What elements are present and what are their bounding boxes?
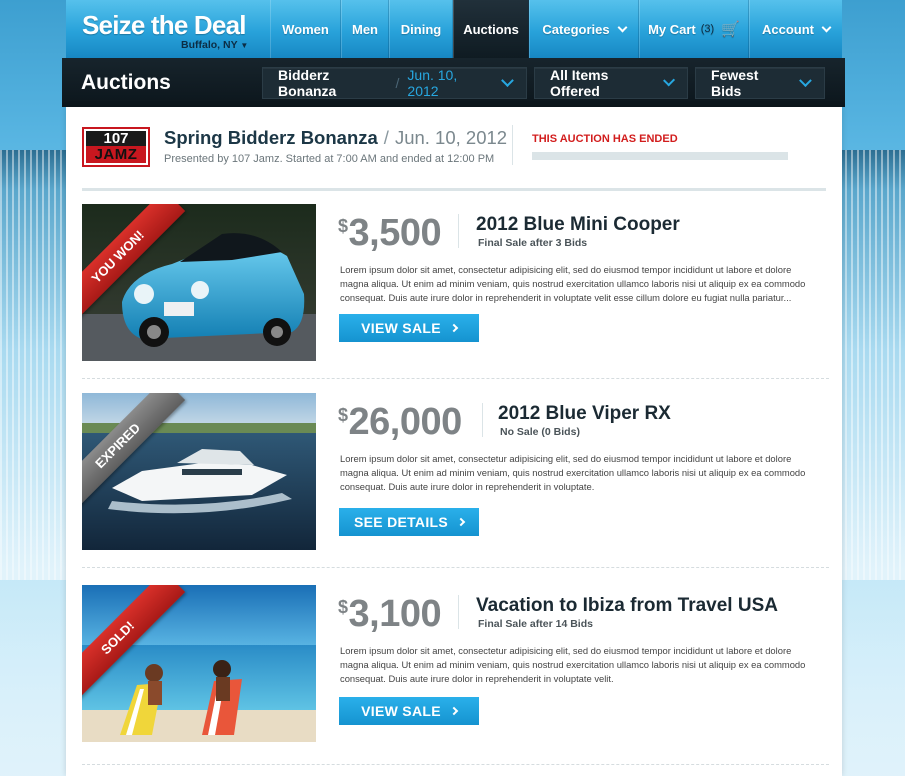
nav-my-cart[interactable]: My Cart (3) 🛒 — [639, 0, 749, 58]
boat-image — [82, 393, 316, 550]
top-nav: Seize the Deal Buffalo, NY ▼ Women Men D… — [66, 0, 842, 58]
sponsor-logo-top: 107 — [86, 131, 146, 147]
items-filter-dropdown[interactable]: All Items Offered — [534, 66, 688, 99]
item-price: $26,000 — [338, 401, 462, 444]
sponsor-logo: 107 JAMZ — [82, 127, 150, 167]
auction-item: EXPIRED $26,000 2012 Blue Viper RX No Sa… — [82, 393, 829, 568]
header-divider — [512, 125, 513, 165]
price-value: 26,000 — [348, 401, 463, 443]
item-price: $3,500 — [338, 212, 442, 255]
sponsor-logo-bottom: JAMZ — [86, 146, 146, 163]
event-dropdown[interactable]: Bidderz Bonanza / Jun. 10, 2012 — [262, 66, 527, 99]
item-photo-viper-rx[interactable]: EXPIRED — [82, 393, 316, 550]
auction-name: Spring Bidderz Bonanza — [164, 127, 378, 148]
item-bid-summary: Final Sale after 3 Bids — [478, 237, 588, 249]
nav-categories-label: Categories — [542, 21, 610, 37]
view-sale-button[interactable]: VIEW SALE — [339, 697, 479, 725]
sort-dropdown[interactable]: Fewest Bids — [695, 66, 825, 99]
item-description: Lorem ipsum dolor sit amet, consectetur … — [340, 264, 806, 303]
auction-subtitle: Presented by 107 Jamz. Started at 7:00 A… — [164, 153, 495, 165]
currency-symbol: $ — [338, 405, 348, 425]
cart-icon: 🛒 — [721, 21, 740, 38]
see-details-button[interactable]: SEE DETAILS — [339, 508, 479, 536]
currency-symbol: $ — [338, 597, 348, 617]
item-title[interactable]: Vacation to Ibiza from Travel USA — [476, 595, 778, 617]
chevron-down-icon — [501, 74, 514, 87]
chevron-right-icon — [456, 517, 466, 527]
item-photo-mini-cooper[interactable]: YOU WON! — [82, 204, 316, 361]
site-logo[interactable]: Seize the Deal Buffalo, NY ▼ — [66, 0, 270, 58]
price-value: 3,500 — [348, 212, 442, 254]
item-description: Lorem ipsum dolor sit amet, consectetur … — [340, 453, 806, 492]
nav-auctions[interactable]: Auctions — [453, 0, 529, 58]
city-selector[interactable]: Buffalo, NY ▼ — [181, 39, 248, 51]
item-bid-summary: Final Sale after 14 Bids — [478, 618, 593, 630]
auctions-subbar: Auctions Bidderz Bonanza / Jun. 10, 2012… — [62, 58, 845, 107]
auction-header: 107 JAMZ Spring Bidderz Bonanza / Jun. 10,… — [82, 125, 826, 191]
button-label: VIEW SALE — [361, 703, 441, 719]
nav-women[interactable]: Women — [270, 0, 341, 58]
item-bid-summary: No Sale (0 Bids) — [500, 426, 580, 438]
nav-account[interactable]: Account — [749, 0, 842, 58]
price-divider — [482, 403, 483, 437]
chevron-down-icon: ▼ — [240, 41, 249, 50]
event-separator: / — [395, 74, 400, 91]
nav-women-label: Women — [282, 21, 329, 37]
auction-item: YOU WON! $3,500 2012 Blue Mini Cooper Fi… — [82, 204, 829, 379]
chevron-right-icon — [449, 706, 459, 716]
nav-cart-label: My Cart — [648, 21, 696, 37]
button-label: SEE DETAILS — [353, 514, 449, 530]
event-name: Bidderz Bonanza — [278, 66, 337, 99]
nav-account-label: Account — [762, 21, 814, 37]
view-sale-button[interactable]: VIEW SALE — [339, 314, 479, 342]
car-image — [82, 204, 316, 361]
auction-progress-bar — [532, 152, 788, 160]
auction-status: THIS AUCTION HAS ENDED — [532, 133, 678, 145]
price-divider — [458, 595, 459, 629]
chevron-down-icon — [799, 74, 812, 87]
nav-categories[interactable]: Categories — [529, 0, 639, 58]
chevron-down-icon — [821, 22, 832, 32]
price-value: 3,100 — [348, 593, 442, 635]
item-title[interactable]: 2012 Blue Viper RX — [498, 403, 671, 425]
button-label: VIEW SALE — [361, 320, 441, 336]
nav-men-label: Men — [352, 21, 378, 37]
chevron-down-icon — [662, 74, 675, 87]
city-label: Buffalo, NY — [181, 39, 238, 51]
chevron-down-icon — [617, 22, 628, 32]
item-description: Lorem ipsum dolor sit amet, consectetur … — [340, 645, 806, 684]
main-content: 107 JAMZ Spring Bidderz Bonanza / Jun. 10,… — [66, 107, 842, 776]
nav-auctions-label: Auctions — [463, 21, 519, 37]
nav-dining-label: Dining — [400, 21, 442, 37]
logo-title: Seize the Deal — [82, 10, 246, 40]
beach-image — [82, 585, 316, 742]
item-photo-ibiza[interactable]: SOLD! — [82, 585, 316, 742]
page-title: Auctions — [81, 70, 171, 94]
event-date: Jun. 10, 2012 — [407, 66, 458, 99]
sort-label: Fewest Bids — [711, 66, 759, 99]
auction-date: Jun. 10, 2012 — [394, 127, 508, 148]
currency-symbol: $ — [338, 216, 348, 236]
chevron-right-icon — [449, 323, 459, 333]
item-title[interactable]: 2012 Blue Mini Cooper — [476, 214, 680, 236]
item-price: $3,100 — [338, 593, 442, 636]
price-divider — [458, 214, 459, 248]
auction-title: Spring Bidderz Bonanza / Jun. 10, 2012 — [164, 127, 508, 148]
filter-label: All Items Offered — [550, 66, 609, 99]
cart-count-badge: (3) — [700, 23, 715, 35]
auction-item: SOLD! $3,100 Vacation to Ibiza from Trav… — [82, 585, 829, 765]
nav-dining[interactable]: Dining — [389, 0, 453, 58]
nav-men[interactable]: Men — [341, 0, 389, 58]
